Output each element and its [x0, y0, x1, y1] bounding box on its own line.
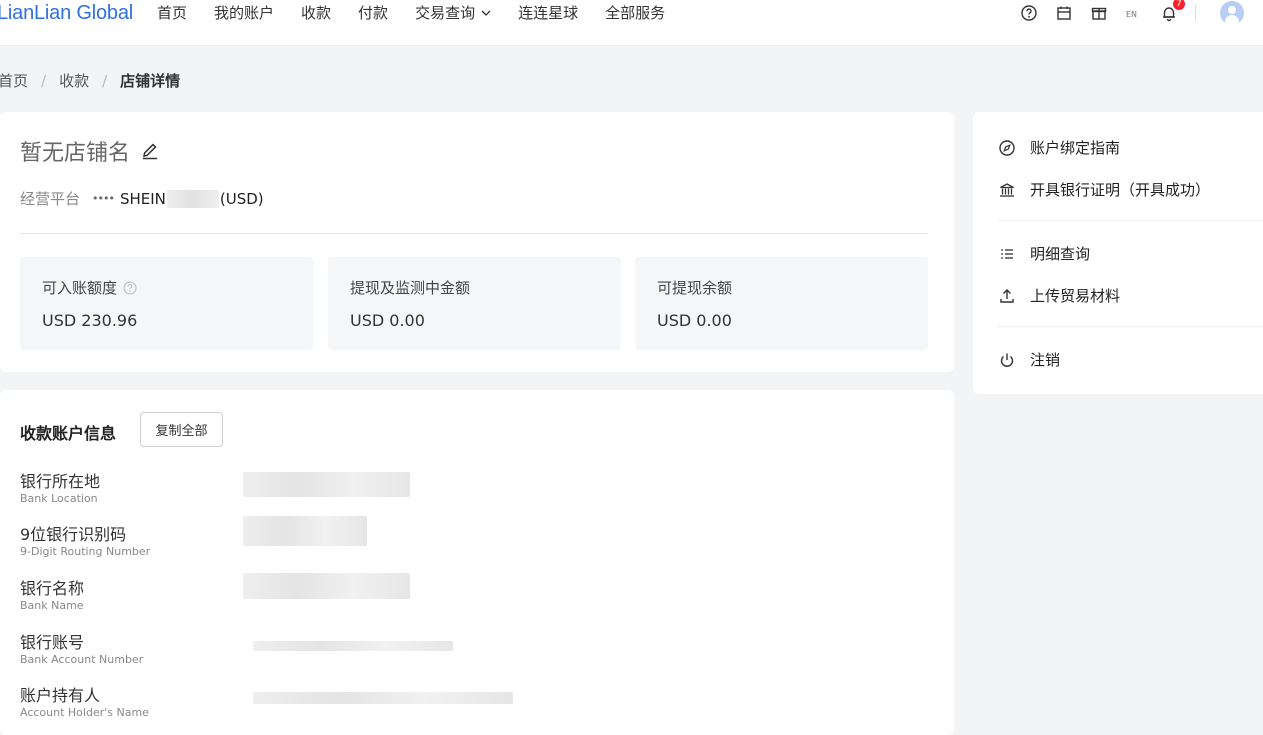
redacted-routing-number [243, 516, 367, 546]
stat-label-text: 可入账额度 [42, 279, 118, 297]
menu-label: 明细查询 [1030, 245, 1091, 263]
stat-value: USD 230.96 [42, 311, 138, 330]
language-icon[interactable]: EN [1125, 4, 1143, 22]
svg-text:EN: EN [1126, 10, 1137, 19]
redacted-text [166, 189, 219, 208]
store-title: 暂无店铺名 [20, 135, 160, 167]
breadcrumb-home[interactable]: 首页 [0, 70, 28, 91]
top-navigation-bar: LianLian Global 首页 我的账户 收款 付款 交易查询 连连星球 … [0, 0, 1263, 46]
field-label: 9位银行识别码 [20, 525, 127, 544]
redacted-bank-location [243, 472, 410, 497]
nav-item-my-account[interactable]: 我的账户 [214, 0, 274, 26]
nav-item-transactions[interactable]: 交易查询 [415, 0, 491, 26]
stat-label: 提现及监测中金额 [350, 279, 471, 297]
nav-item-transactions-label: 交易查询 [415, 4, 476, 22]
platform-currency: (USD) [219, 189, 264, 208]
compass-icon [999, 139, 1015, 156]
main-nav: 首页 我的账户 收款 付款 交易查询 连连星球 全部服务 [157, 0, 692, 26]
account-info-title: 收款账户信息 [20, 424, 117, 443]
chevron-down-icon [481, 10, 491, 16]
nav-item-receive[interactable]: 收款 [301, 0, 331, 26]
user-avatar[interactable] [1220, 1, 1244, 25]
menu-label: 开具银行证明（开具成功） [1030, 181, 1211, 199]
power-icon [1000, 353, 1014, 367]
calendar-icon[interactable] [1055, 4, 1073, 22]
field-label: 银行账号 [20, 633, 85, 652]
redacted-bank-name [243, 573, 410, 599]
field-sublabel: Account Holder's Name [20, 706, 149, 719]
menu-cancel[interactable]: 注销 [998, 349, 1060, 370]
menu-bank-proof[interactable]: 开具银行证明（开具成功） [998, 179, 1210, 200]
platform-label: 经营平台 [20, 190, 81, 208]
help-icon[interactable] [1020, 4, 1038, 22]
field-label: 账户持有人 [20, 686, 101, 705]
field-account-number: 银行账号 Bank Account Number [20, 633, 143, 667]
breadcrumb-separator: / [102, 71, 108, 90]
field-bank-location: 银行所在地 Bank Location [20, 472, 100, 506]
menu-label: 账户绑定指南 [1030, 139, 1121, 157]
stat-withdrawing-amount: 提现及监测中金额 USD 0.00 [328, 257, 621, 350]
edit-icon[interactable] [140, 141, 160, 161]
field-sublabel: 9-Digit Routing Number [20, 545, 151, 558]
redacted-account-holder [253, 692, 513, 704]
notification-count-badge: 7 [1173, 0, 1185, 10]
brand-logo[interactable]: LianLian Global [0, 2, 133, 25]
toolbar-divider [1195, 5, 1196, 21]
store-name: 暂无店铺名 [20, 141, 131, 166]
menu-divider [998, 220, 1263, 221]
breadcrumb: 首页 / 收款 / 店铺详情 [0, 70, 180, 91]
redacted-account-number [253, 641, 453, 651]
breadcrumb-receive[interactable]: 收款 [59, 70, 89, 91]
menu-bind-guide[interactable]: 账户绑定指南 [998, 137, 1120, 158]
stat-value: USD 0.00 [350, 311, 425, 330]
stat-label: 可入账额度 [42, 277, 137, 298]
bank-icon [1000, 182, 1014, 197]
top-right-toolbar: EN 7 [1003, 0, 1263, 26]
stat-label: 可提现余额 [657, 279, 733, 297]
field-routing-number: 9位银行识别码 9-Digit Routing Number [20, 525, 150, 559]
field-label: 银行所在地 [20, 472, 101, 491]
breadcrumb-separator: / [41, 71, 47, 90]
nav-item-planet[interactable]: 连连星球 [518, 0, 578, 26]
breadcrumb-current: 店铺详情 [120, 72, 181, 90]
menu-label: 上传贸易材料 [1030, 287, 1121, 305]
menu-detail-query[interactable]: 明细查询 [998, 243, 1090, 264]
nav-item-home[interactable]: 首页 [157, 0, 187, 26]
bell-icon[interactable]: 7 [1160, 0, 1185, 22]
field-sublabel: Bank Name [20, 599, 84, 612]
platform-row: 经营平台 •••• SHEIN (USD) [20, 188, 264, 209]
gift-icon[interactable] [1090, 4, 1108, 22]
field-bank-name: 银行名称 Bank Name [20, 579, 84, 613]
list-icon [1001, 248, 1013, 259]
nav-item-all-services[interactable]: 全部服务 [605, 0, 665, 26]
menu-divider [998, 326, 1263, 327]
menu-label: 注销 [1030, 351, 1061, 369]
field-label: 银行名称 [20, 579, 85, 598]
platform-name: SHEIN [119, 189, 166, 208]
menu-upload-trade[interactable]: 上传贸易材料 [998, 285, 1120, 306]
platform-masked-prefix: •••• [92, 192, 115, 205]
field-sublabel: Bank Location [20, 492, 98, 505]
stat-available-credit: 可入账额度 USD 230.96 [20, 257, 313, 350]
stat-withdrawable-balance: 可提现余额 USD 0.00 [635, 257, 928, 350]
stat-value: USD 0.00 [657, 311, 732, 330]
field-sublabel: Bank Account Number [20, 653, 144, 666]
nav-item-pay[interactable]: 付款 [358, 0, 388, 26]
section-divider [20, 233, 928, 234]
question-circle-icon[interactable] [123, 281, 137, 295]
field-account-holder: 账户持有人 Account Holder's Name [20, 686, 149, 720]
upload-icon [1000, 288, 1014, 303]
copy-all-button[interactable]: 复制全部 [140, 412, 223, 447]
